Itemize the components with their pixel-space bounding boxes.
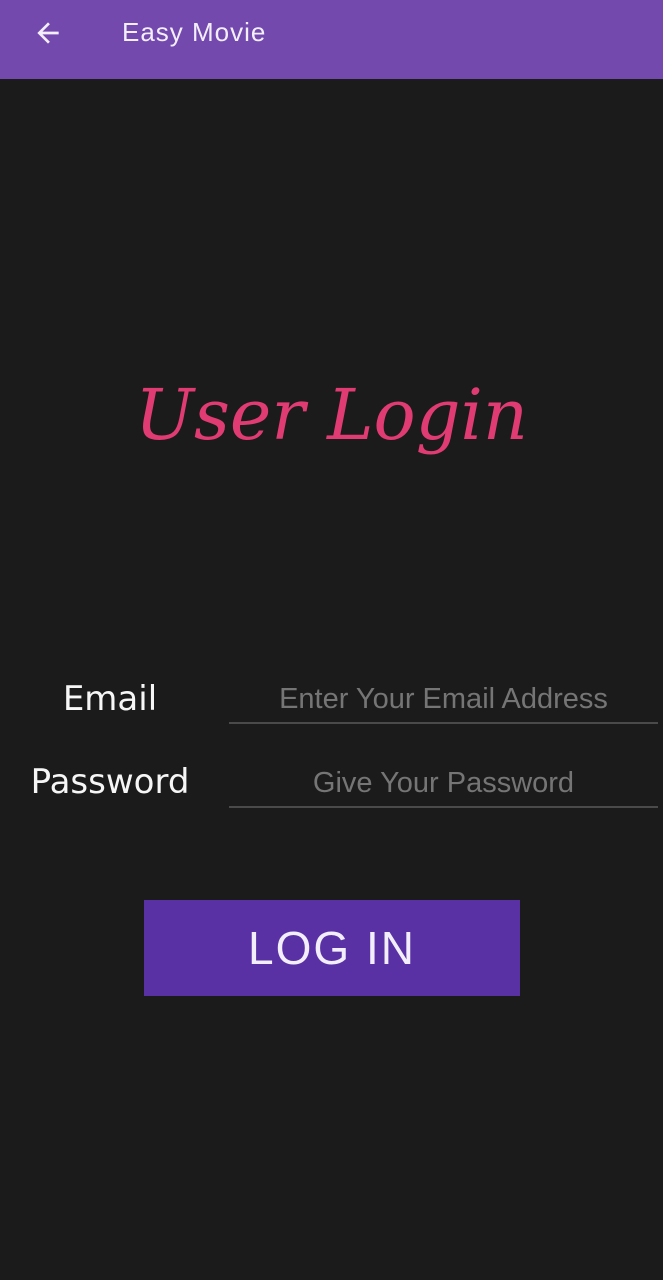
password-input[interactable]: [229, 760, 658, 808]
email-input[interactable]: [229, 676, 658, 724]
back-button[interactable]: [28, 14, 68, 52]
user-login-heading: User Login: [135, 374, 528, 456]
arrow-left-icon: [32, 17, 64, 49]
login-screen: Easy Movie User Login Email Password LOG…: [0, 0, 663, 1280]
login-button[interactable]: LOG IN: [144, 900, 520, 996]
email-label: Email: [62, 679, 158, 719]
password-label: Password: [30, 762, 190, 802]
app-bar: Easy Movie: [0, 0, 663, 79]
login-button-label: LOG IN: [248, 922, 416, 974]
app-title: Easy Movie: [122, 17, 267, 47]
